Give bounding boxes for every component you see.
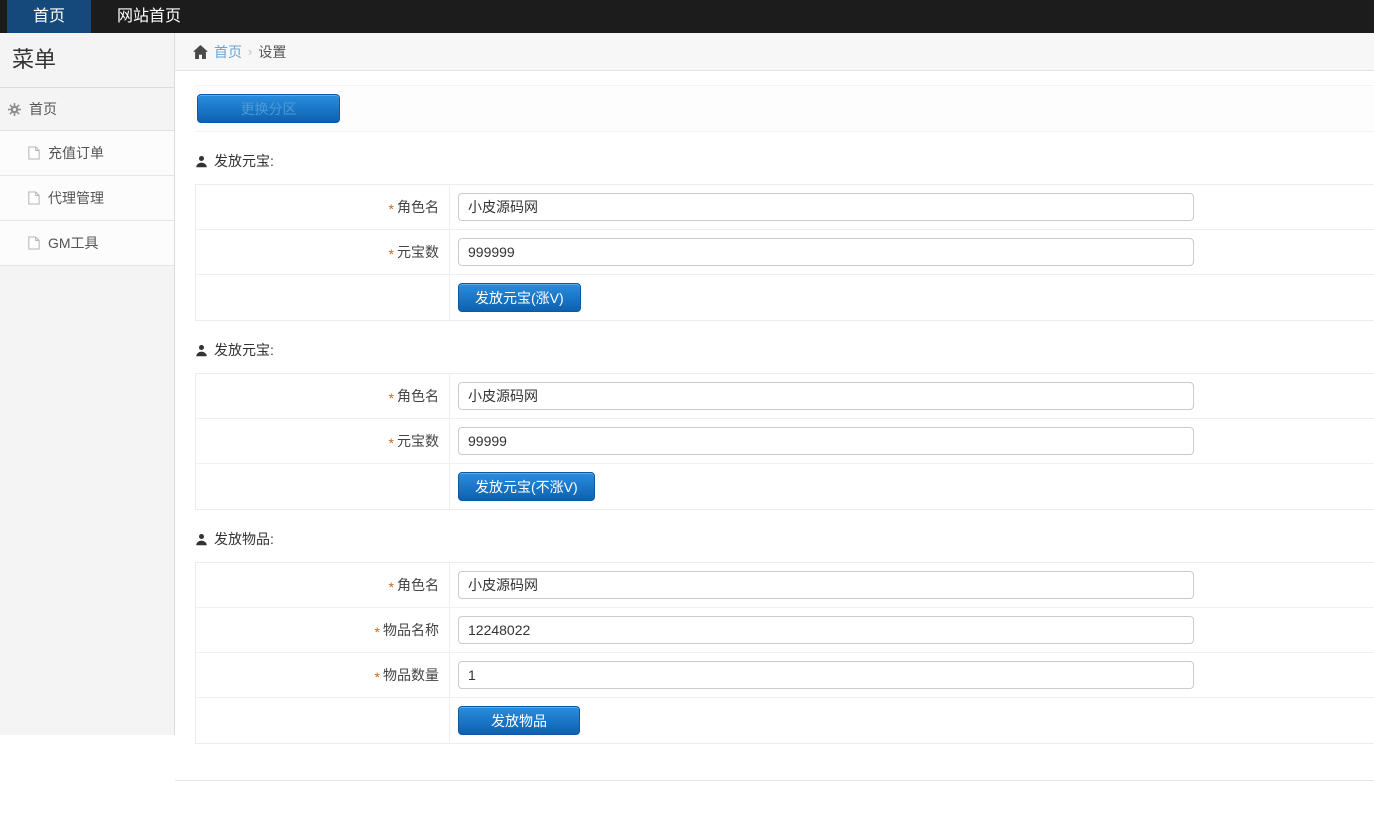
document-icon — [28, 236, 40, 250]
sidebar-title: 菜单 — [0, 33, 174, 88]
section-heading-grant-item: 发放物品: — [195, 529, 1374, 549]
content-area: 更换分区 发放元宝: * 角色名 — [175, 71, 1374, 744]
footer-divider — [175, 780, 1374, 781]
sidebar-item-recharge-orders[interactable]: 充值订单 — [0, 131, 174, 176]
document-icon — [28, 191, 40, 205]
submit-cell: 发放物品 — [450, 698, 1374, 743]
field-label-text: 物品名称 — [383, 620, 439, 640]
field-label-text: 角色名 — [397, 386, 439, 406]
top-navbar: 首页 网站首页 — [0, 0, 1374, 33]
role-name-input-3[interactable] — [458, 571, 1194, 599]
field-value-cell — [450, 419, 1374, 463]
nav-tab-site-home[interactable]: 网站首页 — [91, 0, 207, 33]
field-label: * 角色名 — [196, 563, 450, 607]
change-zone-button[interactable]: 更换分区 — [197, 94, 340, 123]
field-label: * 元宝数 — [196, 230, 450, 274]
form-row: * 元宝数 — [196, 230, 1374, 275]
item-name-input[interactable] — [458, 616, 1194, 644]
grant-ingots-novip-button[interactable]: 发放元宝(不涨V) — [458, 472, 595, 501]
section-title: 发放物品: — [214, 529, 274, 549]
person-icon — [195, 344, 208, 357]
section-title: 发放元宝: — [214, 340, 274, 360]
home-icon — [193, 45, 208, 59]
sidebar-item-label: GM工具 — [48, 233, 99, 253]
nav-tab-home[interactable]: 首页 — [7, 0, 91, 33]
sidebar-item-label: 充值订单 — [48, 143, 104, 163]
submit-cell: 发放元宝(不涨V) — [450, 464, 1374, 509]
breadcrumb-current: 设置 — [258, 42, 286, 62]
role-name-input-1[interactable] — [458, 193, 1194, 221]
sidebar: 菜单 首页 — [0, 33, 175, 735]
sidebar-column: 菜单 首页 — [0, 33, 175, 813]
grant-item-button[interactable]: 发放物品 — [458, 706, 580, 735]
person-icon — [195, 533, 208, 546]
form-row: * 元宝数 — [196, 419, 1374, 464]
role-name-input-2[interactable] — [458, 382, 1194, 410]
form-row: 发放物品 — [196, 698, 1374, 743]
main-layout: 菜单 首页 — [0, 33, 1374, 813]
required-mark: * — [389, 198, 394, 217]
field-label — [196, 464, 450, 509]
main-panel: 首页 › 设置 更换分区 发放元宝: — [175, 33, 1374, 813]
required-mark: * — [375, 621, 380, 640]
form-row: * 物品名称 — [196, 608, 1374, 653]
breadcrumb: 首页 › 设置 — [175, 33, 1374, 71]
sidebar-item-home[interactable]: 首页 — [0, 88, 174, 131]
required-mark: * — [389, 387, 394, 406]
submit-cell: 发放元宝(涨V) — [450, 275, 1374, 320]
field-value-cell — [450, 185, 1374, 229]
form-row: 发放元宝(涨V) — [196, 275, 1374, 320]
sidebar-item-agent-management[interactable]: 代理管理 — [0, 176, 174, 221]
field-value-cell — [450, 653, 1374, 697]
required-mark: * — [389, 243, 394, 262]
field-label-text: 角色名 — [397, 197, 439, 217]
field-label — [196, 275, 450, 320]
field-value-cell — [450, 374, 1374, 418]
ingot-amount-input-2[interactable] — [458, 427, 1194, 455]
sidebar-item-label: 代理管理 — [48, 188, 104, 208]
field-label-text: 角色名 — [397, 575, 439, 595]
form-row: * 物品数量 — [196, 653, 1374, 698]
sidebar-item-gm-tools[interactable]: GM工具 — [0, 221, 174, 266]
grant-ingots-vip-button[interactable]: 发放元宝(涨V) — [458, 283, 581, 312]
field-label-text: 元宝数 — [397, 431, 439, 451]
grant-item-form: * 角色名 * 物品名称 — [195, 562, 1374, 744]
grant-ingots-novip-form: * 角色名 * 元宝数 — [195, 373, 1374, 510]
document-icon — [28, 146, 40, 160]
form-row: * 角色名 — [196, 374, 1374, 419]
field-value-cell — [450, 563, 1374, 607]
required-mark: * — [375, 666, 380, 685]
section-heading-grant-ingots-novip: 发放元宝: — [195, 340, 1374, 360]
field-label: * 物品数量 — [196, 653, 450, 697]
field-label: * 角色名 — [196, 374, 450, 418]
field-label: * 物品名称 — [196, 608, 450, 652]
field-label — [196, 698, 450, 743]
person-icon — [195, 155, 208, 168]
required-mark: * — [389, 576, 394, 595]
field-value-cell — [450, 230, 1374, 274]
sidebar-item-label: 首页 — [29, 99, 57, 119]
field-label: * 元宝数 — [196, 419, 450, 463]
required-mark: * — [389, 432, 394, 451]
section-title: 发放元宝: — [214, 151, 274, 171]
form-row: * 角色名 — [196, 185, 1374, 230]
grant-ingots-vip-form: * 角色名 * 元宝数 — [195, 184, 1374, 321]
section-heading-grant-ingots-vip: 发放元宝: — [195, 151, 1374, 171]
field-label: * 角色名 — [196, 185, 450, 229]
breadcrumb-separator: › — [248, 44, 252, 59]
breadcrumb-home-link[interactable]: 首页 — [214, 42, 242, 62]
item-quantity-input[interactable] — [458, 661, 1194, 689]
form-row: * 角色名 — [196, 563, 1374, 608]
form-row: 发放元宝(不涨V) — [196, 464, 1374, 509]
gear-icon — [8, 103, 21, 116]
ingot-amount-input-1[interactable] — [458, 238, 1194, 266]
field-label-text: 物品数量 — [383, 665, 439, 685]
field-value-cell — [450, 608, 1374, 652]
field-label-text: 元宝数 — [397, 242, 439, 262]
toolbar: 更换分区 — [195, 85, 1374, 132]
